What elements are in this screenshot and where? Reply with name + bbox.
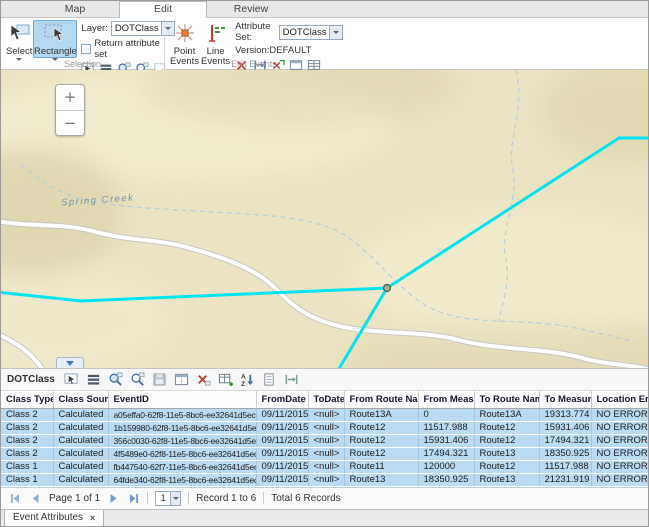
- edit-events-group: Point Events Line Events Attribute Set: …: [165, 18, 343, 69]
- tab-event-attributes-label: Event Attributes: [13, 512, 83, 523]
- panel-collapse-button[interactable]: [56, 357, 84, 368]
- col-header-to-route-name[interactable]: To Route Name: [474, 391, 539, 408]
- col-header-fromdate[interactable]: FromDate: [256, 391, 308, 408]
- panel-toolbar: DOTClass AZ: [1, 369, 648, 391]
- return-attribute-set-checkbox[interactable]: [81, 44, 91, 54]
- line-events-icon: [205, 23, 227, 46]
- table-row[interactable]: Class 2Calculated1b159980-62f8-11e5-8bc6…: [1, 421, 648, 434]
- page-select-caret-icon[interactable]: [170, 492, 180, 505]
- select-cursor-icon: [7, 23, 31, 46]
- table-row[interactable]: Class 2Calculateda05effa0-62f8-11e5-8bc6…: [1, 408, 648, 421]
- point-events-icon: [174, 23, 196, 46]
- show-list-icon[interactable]: [86, 372, 101, 387]
- col-header-class-source[interactable]: Class Source: [53, 391, 108, 408]
- page-select-value: 1: [156, 493, 170, 504]
- ribbon: Map Edit Review Select Rectangle: [1, 1, 648, 70]
- page-indicator: Page 1 of 1: [49, 493, 100, 504]
- tab-edit[interactable]: Edit: [119, 1, 207, 18]
- col-header-from-route-name[interactable]: From Route Name: [344, 391, 418, 408]
- close-icon[interactable]: ×: [90, 513, 95, 523]
- panel-layer-name: DOTClass: [7, 374, 55, 385]
- zoom-to-selection-icon[interactable]: [108, 372, 123, 387]
- next-page-button[interactable]: [107, 492, 120, 505]
- table-row[interactable]: Class 2Calculated4f5489e0-62f8-11e5-8bc6…: [1, 447, 648, 460]
- map-canvas: [1, 70, 648, 368]
- edit-events-group-label: Edit Events: [165, 59, 343, 69]
- tab-event-attributes[interactable]: Event Attributes ×: [4, 510, 104, 527]
- col-header-todate[interactable]: ToDate: [308, 391, 344, 408]
- pager-separator: [263, 492, 264, 504]
- event-table: Class Type Class Source EventID FromDate…: [1, 391, 649, 487]
- select-button[interactable]: Select: [5, 20, 33, 58]
- select-button-label: Select: [6, 47, 32, 57]
- last-page-button[interactable]: [127, 492, 140, 505]
- total-records-text: Total 6 Records: [271, 493, 340, 504]
- attribute-set-combobox-value: DOTClass: [280, 27, 330, 38]
- svg-text:A: A: [241, 374, 246, 381]
- chevron-down-icon: [66, 361, 74, 366]
- first-page-button[interactable]: [9, 492, 22, 505]
- record-range-text: Record 1 to 6: [196, 493, 256, 504]
- selection-group: Select Rectangle Layer: DOTClass: [1, 18, 164, 69]
- attribute-set-combobox[interactable]: DOTClass: [279, 25, 344, 40]
- event-attributes-panel: DOTClass AZ Class Type Class Source Even…: [1, 368, 648, 526]
- col-header-class-type[interactable]: Class Type: [1, 391, 53, 408]
- application-window: Map Edit Review Select Rectangle: [0, 0, 649, 527]
- attribute-set-label: Attribute Set:: [235, 21, 276, 43]
- rectangle-button-label: Rectangle: [34, 47, 77, 57]
- attribute-window-icon[interactable]: [174, 372, 189, 387]
- ribbon-body: Select Rectangle Layer: DOTClass: [1, 18, 648, 69]
- previous-page-button[interactable]: [29, 492, 42, 505]
- line-events-button[interactable]: Line Events: [200, 20, 231, 58]
- tab-review[interactable]: Review: [207, 1, 295, 17]
- open-form-icon[interactable]: [262, 372, 277, 387]
- col-header-to-measure[interactable]: To Measure: [539, 391, 591, 408]
- table-row[interactable]: Class 1Calculatedfb447540-62f7-11e5-8bc6…: [1, 460, 648, 473]
- page-select[interactable]: 1: [155, 491, 181, 506]
- map-view[interactable]: Spring Creek + −: [1, 70, 648, 368]
- pager-separator: [147, 492, 148, 504]
- add-record-icon[interactable]: [218, 372, 233, 387]
- col-header-eventid[interactable]: EventID: [108, 391, 256, 408]
- layer-label: Layer:: [81, 23, 107, 34]
- version-label: Version:DEFAULT: [235, 45, 343, 56]
- return-attribute-set-label: Return attribute set: [94, 38, 174, 60]
- zoom-out-button[interactable]: −: [56, 110, 84, 135]
- pan-to-selection-icon[interactable]: [130, 372, 145, 387]
- route-junction-marker: [384, 285, 391, 292]
- point-events-button[interactable]: Point Events: [169, 20, 200, 58]
- pager-separator: [188, 492, 189, 504]
- save-icon[interactable]: [152, 372, 167, 387]
- pagination-bar: Page 1 of 1 1 Record 1 to 6 Total 6 Reco…: [1, 487, 648, 509]
- selection-group-label: Selection: [1, 59, 164, 69]
- zoom-in-button[interactable]: +: [56, 85, 84, 110]
- tab-map[interactable]: Map: [31, 1, 119, 17]
- select-features-icon[interactable]: [64, 372, 79, 387]
- ribbon-tab-strip: Map Edit Review: [1, 1, 648, 18]
- svg-text:Z: Z: [241, 381, 245, 387]
- delete-record-icon[interactable]: [196, 372, 211, 387]
- table-row[interactable]: Class 2Calculated356c0030-62f8-11e5-8bc6…: [1, 434, 648, 447]
- table-header-row: Class Type Class Source EventID FromDate…: [1, 391, 648, 408]
- table-row[interactable]: Class 1Calculated64fde340-62f8-11e5-8bc6…: [1, 473, 648, 486]
- rectangle-select-button[interactable]: Rectangle: [33, 20, 77, 58]
- attribute-set-caret-icon[interactable]: [329, 26, 342, 39]
- col-header-location-error[interactable]: Location Error: [591, 391, 648, 408]
- split-record-icon[interactable]: [284, 372, 299, 387]
- bottom-tab-bar: Event Attributes ×: [1, 509, 648, 527]
- rectangle-select-icon: [43, 23, 67, 46]
- col-header-from-measure[interactable]: From Measure: [418, 391, 474, 408]
- map-zoom-control: + −: [55, 84, 85, 136]
- sort-icon[interactable]: AZ: [240, 372, 255, 387]
- layer-combobox-value: DOTClass: [112, 23, 161, 34]
